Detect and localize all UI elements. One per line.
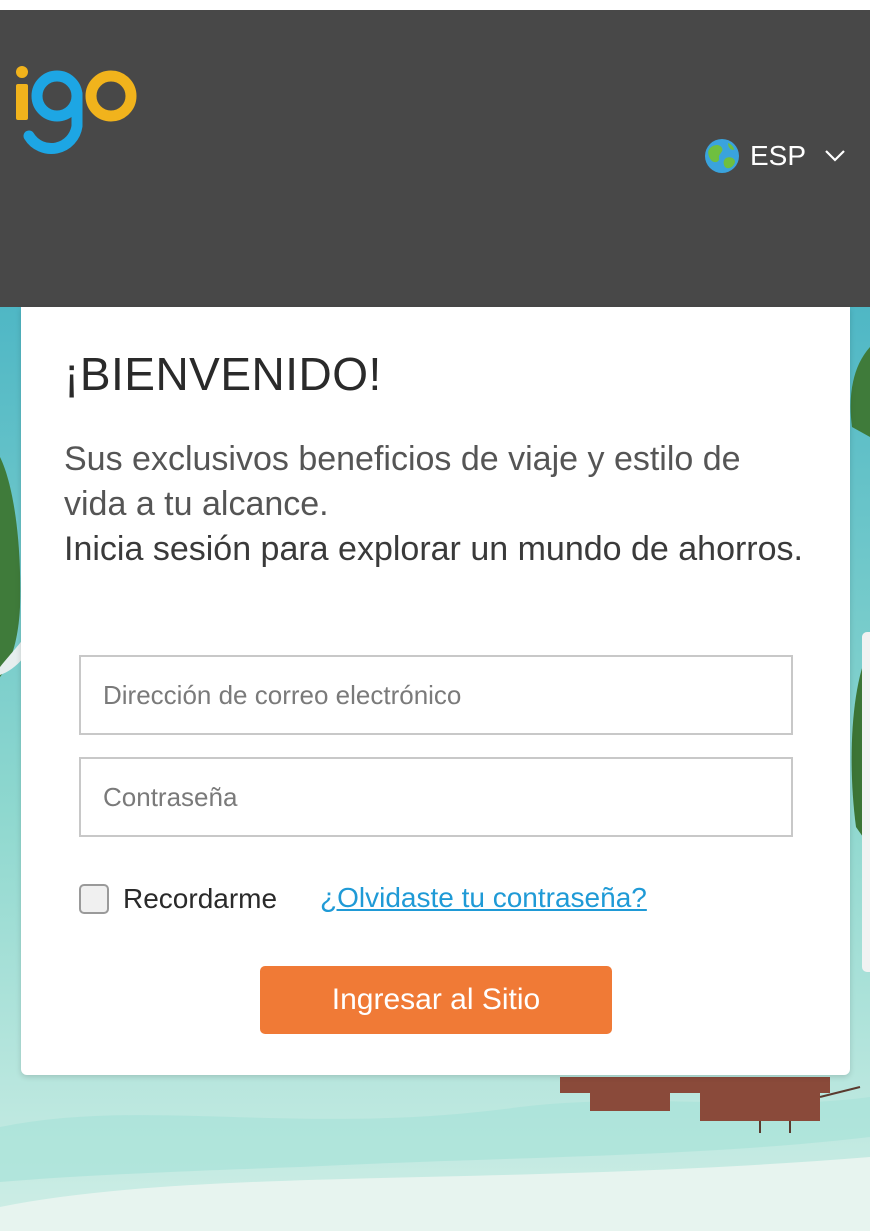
remember-me-row: Recordarme <box>79 879 277 919</box>
login-instructions: Inicia sesión para explorar un mundo de … <box>64 530 803 568</box>
side-feedback-tab[interactable] <box>862 632 870 972</box>
email-field[interactable] <box>79 655 793 735</box>
remember-me-checkbox[interactable] <box>79 884 109 914</box>
welcome-subtitle: Sus exclusivos beneficios de viaje y est… <box>64 440 741 523</box>
chevron-down-icon <box>825 150 845 162</box>
language-label: ESP <box>749 140 806 171</box>
welcome-title: ¡BIENVENIDO! <box>64 348 382 400</box>
igo-logo[interactable]: igo <box>12 54 142 164</box>
login-submit-button[interactable]: Ingresar al Sitio <box>260 966 612 1034</box>
language-selector[interactable]: ESP <box>704 136 846 176</box>
remember-me-label[interactable]: Recordarme <box>123 883 277 915</box>
globe-icon <box>704 139 739 173</box>
password-field[interactable] <box>79 757 793 837</box>
site-header: igo ESP <box>0 10 870 307</box>
login-card: ¡BIENVENIDO! Sus exclusivos beneficios d… <box>21 307 850 1075</box>
status-bar-strip <box>0 0 870 10</box>
forgot-password-link[interactable]: ¿Olvidaste tu contraseña? <box>320 882 647 914</box>
